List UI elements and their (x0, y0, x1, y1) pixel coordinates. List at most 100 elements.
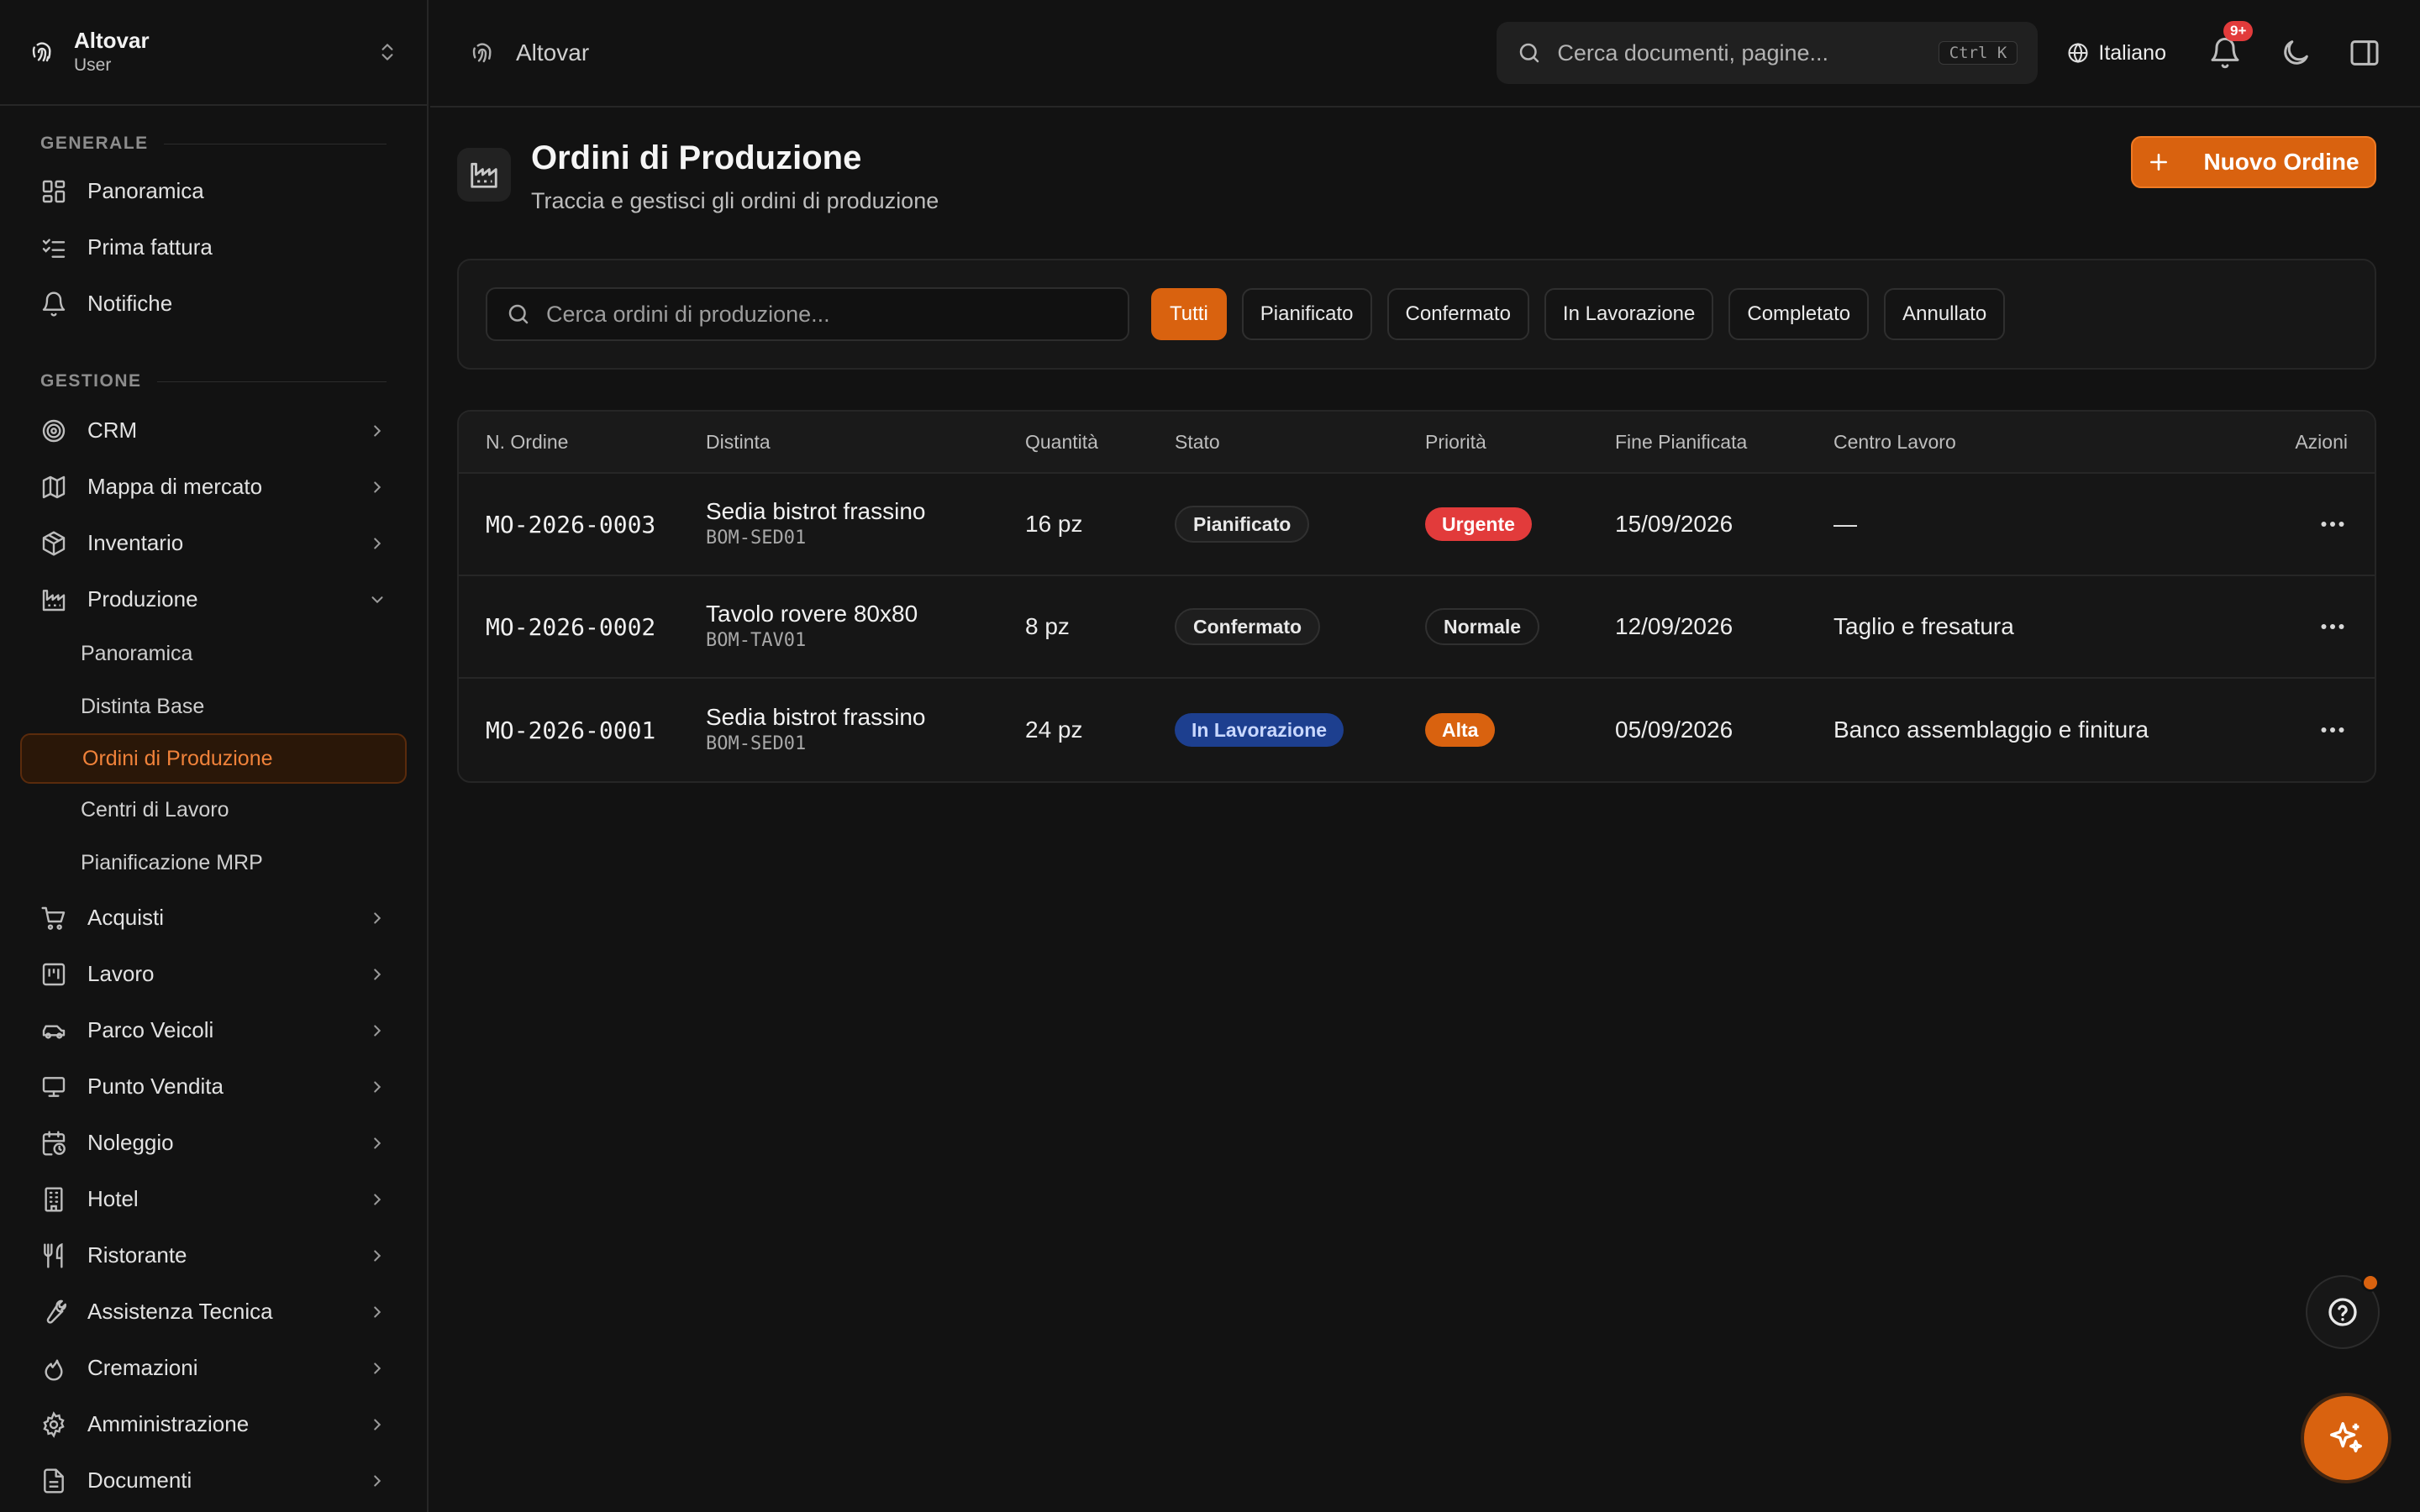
global-search-input[interactable] (1557, 39, 1939, 66)
order-number[interactable]: MO-2026-0001 (486, 717, 655, 744)
sidebar-item-noleggio[interactable]: Noleggio (0, 1115, 427, 1171)
filter-chip-confermato[interactable]: Confermato (1386, 288, 1529, 340)
bell-icon (40, 291, 67, 318)
help-button[interactable] (2306, 1273, 2380, 1349)
sidebar-item-hotel[interactable]: Hotel (0, 1171, 427, 1227)
package-icon (40, 530, 67, 557)
sidebar-item-mappa-mercato[interactable]: Mappa di mercato (0, 459, 427, 515)
column-header[interactable]: Centro Lavoro (1833, 431, 2282, 454)
sidebar-item-lavoro[interactable]: Lavoro (0, 946, 427, 1002)
sidebar-item-produzione[interactable]: Produzione (0, 571, 427, 627)
planned-end-date: 12/09/2026 (1615, 613, 1733, 639)
chevron-right-icon (368, 478, 387, 496)
order-number[interactable]: MO-2026-0002 (486, 613, 655, 641)
table-row[interactable]: MO-2026-0003 Sedia bistrot frassino BOM-… (459, 474, 2375, 576)
table-row[interactable]: MO-2026-0002 Tavolo rovere 80x80 BOM-TAV… (459, 576, 2375, 679)
fingerprint-icon (469, 39, 496, 66)
language-selector[interactable]: Italiano (2066, 41, 2166, 66)
sidebar-item-label: CRM (87, 417, 138, 443)
column-header[interactable]: Quantità (1025, 431, 1175, 454)
filter-chip-tutti[interactable]: Tutti (1151, 288, 1227, 340)
sidebar-item-label: Punto Vendita (87, 1074, 224, 1099)
filter-chip-in-lavorazione[interactable]: In Lavorazione (1544, 288, 1714, 340)
sidebar-item-inventario[interactable]: Inventario (0, 515, 427, 571)
cart-icon (40, 905, 67, 932)
ai-assistant-button[interactable] (2304, 1396, 2388, 1480)
wrench-icon (40, 1299, 67, 1326)
factory-icon (40, 586, 67, 613)
page-header: Ordini di Produzione Traccia e gestisci … (457, 108, 2376, 259)
sidebar-item-label: Parco Veicoli (87, 1017, 214, 1042)
more-actions-icon[interactable] (2317, 509, 2348, 539)
table-header: N. Ordine Distinta Quantità Stato Priori… (459, 412, 2375, 474)
chevron-right-icon (368, 965, 387, 984)
calendar-clock-icon (40, 1130, 67, 1157)
sidebar-subitem-ordini-produzione[interactable]: Ordini di Produzione (20, 733, 407, 784)
sidebar-item-documenti[interactable]: Documenti (0, 1452, 427, 1509)
sidebar-item-parco-veicoli[interactable]: Parco Veicoli (0, 1002, 427, 1058)
chevron-right-icon (368, 1134, 387, 1152)
bom-name: Tavolo rovere 80x80 (706, 601, 918, 627)
sidebar-item-punto-vendita[interactable]: Punto Vendita (0, 1058, 427, 1115)
sidebar-subitem-distinta-base[interactable]: Distinta Base (0, 680, 427, 733)
orders-search[interactable] (486, 287, 1129, 341)
theme-toggle-button[interactable] (2279, 36, 2312, 70)
help-circle-icon (2328, 1298, 2357, 1326)
sidebar-item-label: Produzione (87, 586, 198, 612)
chevron-right-icon (368, 1021, 387, 1040)
chevron-down-icon (368, 591, 387, 609)
global-search[interactable]: Ctrl K (1497, 22, 2039, 84)
sidebar-item-label: Lavoro (87, 961, 155, 986)
section-generale: GENERALE (0, 129, 427, 158)
chevrons-up-down-icon[interactable] (376, 41, 398, 63)
chevron-right-icon (368, 422, 387, 440)
orders-search-input[interactable] (546, 301, 1109, 328)
sidebar-subitem-pianificazione-mrp[interactable]: Pianificazione MRP (0, 837, 427, 890)
sidebar-subitem-centri-lavoro[interactable]: Centri di Lavoro (0, 784, 427, 837)
new-order-button[interactable]: Nuovo Ordine (2131, 136, 2376, 188)
column-header[interactable]: Priorità (1425, 431, 1615, 454)
quantity: 8 pz (1025, 613, 1070, 639)
column-header[interactable]: N. Ordine (459, 431, 706, 454)
top-bar: Altovar Ctrl K Italiano 9+ (430, 0, 2420, 108)
filter-chip-annullato[interactable]: Annullato (1884, 288, 2006, 340)
sidebar-item-panoramica[interactable]: Panoramica (0, 163, 427, 219)
search-icon (508, 304, 529, 324)
sidebar-item-label: Amministrazione (87, 1411, 250, 1436)
sidebar-item-crm[interactable]: CRM (0, 402, 427, 459)
factory-icon (457, 148, 511, 202)
sidebar-item-label: Ristorante (87, 1242, 187, 1268)
filter-chip-completato[interactable]: Completato (1728, 288, 1870, 340)
sidebar-item-label: Notifiche (87, 291, 173, 316)
notifications-button[interactable]: 9+ (2208, 21, 2254, 70)
sidebar-item-ristorante[interactable]: Ristorante (0, 1227, 427, 1284)
chevron-right-icon (368, 534, 387, 553)
sidebar-item-label: Panoramica (87, 178, 204, 203)
sidebar-item-label: Documenti (87, 1467, 192, 1493)
chevron-right-icon (368, 909, 387, 927)
column-header[interactable]: Distinta (706, 431, 1025, 454)
sidebar-item-amministrazione[interactable]: Amministrazione (0, 1396, 427, 1452)
order-number[interactable]: MO-2026-0003 (486, 511, 655, 538)
workspace-switcher[interactable]: Altovar User (0, 0, 427, 106)
column-header[interactable]: Fine Pianificata (1615, 431, 1833, 454)
panel-toggle-button[interactable] (2348, 36, 2381, 70)
column-header[interactable]: Stato (1175, 431, 1425, 454)
sidebar-item-assistenza-tecnica[interactable]: Assistenza Tecnica (0, 1284, 427, 1340)
filter-chip-pianificato[interactable]: Pianificato (1241, 288, 1372, 340)
more-actions-icon[interactable] (2317, 612, 2348, 642)
chevron-right-icon (368, 1190, 387, 1209)
bom-code: BOM-SED01 (706, 733, 807, 754)
sidebar-item-label: Inventario (87, 530, 184, 555)
sidebar-item-cremazioni[interactable]: Cremazioni (0, 1340, 427, 1396)
sidebar-item-prima-fattura[interactable]: Prima fattura (0, 219, 427, 276)
sidebar-item-notifiche[interactable]: Notifiche (0, 276, 427, 332)
sidebar-item-acquisti[interactable]: Acquisti (0, 890, 427, 946)
sidebar-subitem-panoramica[interactable]: Panoramica (0, 627, 427, 680)
bom-name: Sedia bistrot frassino (706, 498, 926, 524)
chevron-right-icon (368, 1247, 387, 1265)
breadcrumb[interactable]: Altovar (516, 39, 1497, 66)
more-actions-icon[interactable] (2317, 715, 2348, 745)
table-row[interactable]: MO-2026-0001 Sedia bistrot frassino BOM-… (459, 679, 2375, 781)
sidebar-panel-icon (2348, 36, 2381, 70)
